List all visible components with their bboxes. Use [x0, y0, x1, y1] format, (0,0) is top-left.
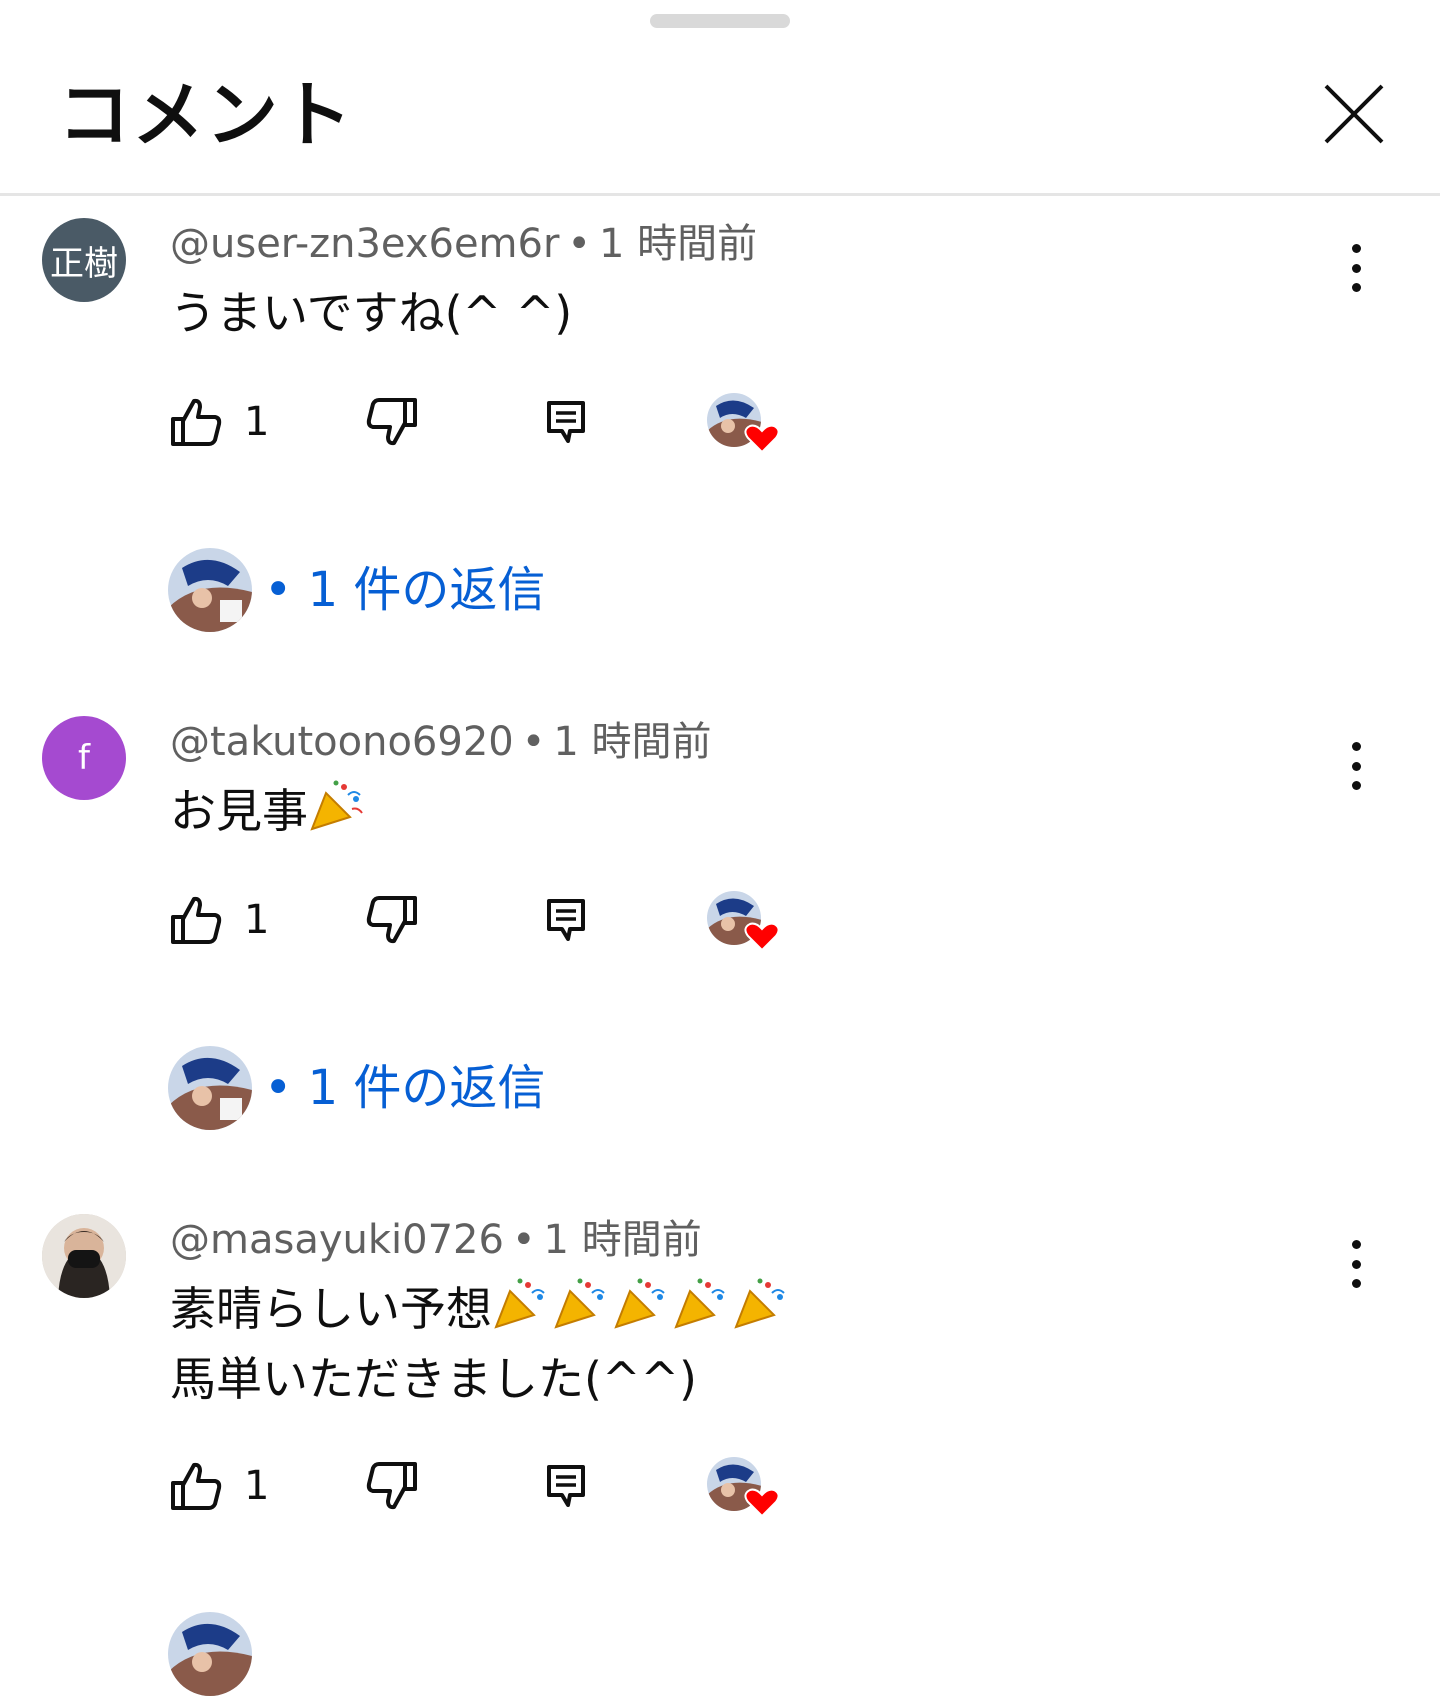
replies-label: • 1 件の返信 — [264, 1060, 546, 1116]
dislike-button[interactable] — [366, 1456, 418, 1516]
party-popper-emoji — [494, 1278, 545, 1329]
party-popper-emoji — [674, 1278, 725, 1329]
author-name[interactable]: @takutoono6920 — [170, 719, 514, 765]
comment-time[interactable]: 1 時間前 — [544, 1217, 702, 1263]
page-title: コメント — [58, 73, 355, 157]
separator-dot: • — [567, 221, 592, 267]
thumb-up-icon — [171, 896, 222, 944]
like-button[interactable]: 1 — [170, 890, 269, 950]
comment-meta: @user-zn3ex6em6r • 1 時間前 — [170, 220, 757, 268]
dislike-button[interactable] — [366, 890, 418, 950]
reply-avatar — [168, 1046, 252, 1130]
creator-heart-icon — [707, 393, 780, 454]
party-popper-emoji — [554, 1278, 605, 1329]
like-count: 1 — [244, 897, 270, 943]
comment-meta: @takutoono6920 • 1 時間前 — [170, 718, 712, 766]
avatar[interactable] — [42, 1214, 126, 1298]
comment-text: 素晴らしい予想 馬単いただきました(^^) — [170, 1274, 792, 1414]
drag-handle[interactable] — [650, 14, 790, 28]
view-replies-button[interactable]: • 1 件の返信 — [168, 1046, 768, 1132]
reply-button[interactable] — [546, 890, 586, 950]
creator-heart-badge — [706, 1456, 782, 1518]
comment-time[interactable]: 1 時間前 — [553, 719, 711, 765]
party-popper-emoji — [614, 1278, 665, 1329]
more-vert-icon — [1351, 244, 1361, 253]
author-name[interactable]: @user-zn3ex6em6r — [170, 221, 559, 267]
thumb-down-icon — [366, 398, 417, 446]
avatar[interactable]: 正樹 — [42, 218, 126, 302]
separator-dot: • — [511, 1217, 536, 1263]
close-icon — [1324, 84, 1384, 144]
more-options-button[interactable] — [1334, 1234, 1378, 1294]
reply-icon — [547, 899, 585, 941]
more-vert-icon — [1351, 742, 1361, 751]
close-button[interactable] — [1316, 76, 1392, 152]
comment-meta: @masayuki0726 • 1 時間前 — [170, 1216, 702, 1264]
more-options-button[interactable] — [1334, 736, 1378, 796]
reply-button[interactable] — [546, 392, 586, 452]
party-popper-emoji — [734, 1278, 785, 1329]
comment-actions: 1 — [170, 1456, 810, 1518]
avatar[interactable]: f — [42, 716, 126, 800]
creator-heart-icon — [707, 891, 780, 952]
more-options-button[interactable] — [1334, 238, 1378, 298]
comment-actions: 1 — [170, 392, 810, 454]
reply-avatar — [168, 548, 252, 632]
comment-thread: f @takutoono6920 • 1 時間前 お見事 1 • 1 件の返信 — [0, 716, 1440, 1156]
comment-text: うまいですね(^ ^) — [170, 286, 573, 340]
party-popper-emoji — [310, 780, 363, 831]
thumb-up-icon — [171, 398, 222, 446]
comment-actions: 1 — [170, 890, 810, 952]
comments-header: コメント — [0, 40, 1440, 196]
thumb-down-icon — [366, 1462, 417, 1510]
view-replies-button[interactable] — [168, 1612, 768, 1698]
like-count: 1 — [244, 399, 270, 445]
comment-time[interactable]: 1 時間前 — [599, 221, 757, 267]
reply-avatar — [168, 1612, 252, 1696]
dislike-button[interactable] — [366, 392, 418, 452]
comment-text: お見事 — [170, 776, 368, 846]
separator-dot: • — [521, 719, 546, 765]
creator-heart-badge — [706, 392, 782, 454]
reply-icon — [547, 401, 585, 443]
more-vert-icon — [1351, 1240, 1361, 1249]
thumb-up-icon — [171, 1462, 222, 1510]
creator-heart-badge — [706, 890, 782, 952]
comment-thread: 正樹 @user-zn3ex6em6r • 1 時間前 うまいですね(^ ^) 1 … — [0, 218, 1440, 658]
author-name[interactable]: @masayuki0726 — [170, 1217, 504, 1263]
like-button[interactable]: 1 — [170, 1456, 269, 1516]
like-count: 1 — [244, 1463, 270, 1509]
reply-button[interactable] — [546, 1456, 586, 1516]
replies-label: • 1 件の返信 — [264, 562, 546, 618]
creator-heart-icon — [707, 1457, 780, 1518]
like-button[interactable]: 1 — [170, 392, 269, 452]
reply-icon — [547, 1465, 585, 1507]
comment-thread: @masayuki0726 • 1 時間前 素晴らしい予想 馬単いただきました(^^… — [0, 1214, 1440, 1696]
view-replies-button[interactable]: • 1 件の返信 — [168, 548, 768, 634]
thumb-down-icon — [366, 896, 417, 944]
